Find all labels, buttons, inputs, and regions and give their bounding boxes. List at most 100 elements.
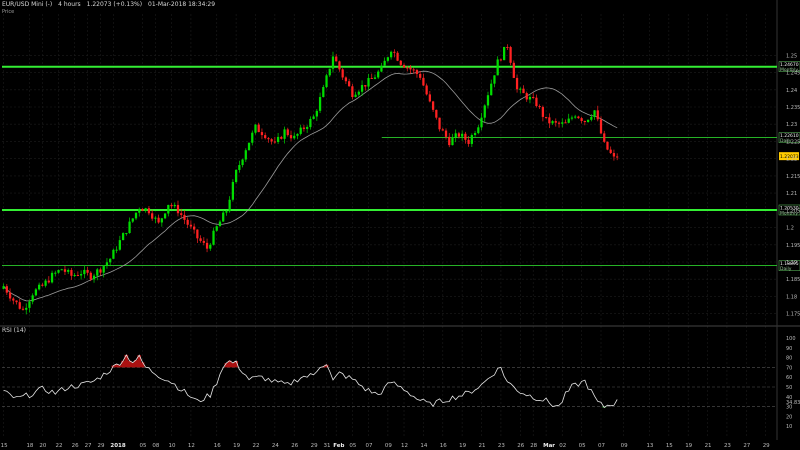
candle-body bbox=[299, 127, 302, 134]
time-tick: 29 bbox=[763, 443, 770, 449]
candle-body bbox=[348, 81, 351, 87]
time-tick: 22 bbox=[252, 443, 259, 449]
candle-body bbox=[532, 97, 535, 99]
candle-body bbox=[470, 135, 473, 144]
candle-body bbox=[538, 106, 541, 108]
candle-body bbox=[57, 270, 60, 273]
candle-body bbox=[215, 226, 218, 231]
price-tick: 1.23 bbox=[786, 122, 797, 128]
price-tick: 1.24 bbox=[786, 88, 797, 94]
candle-body bbox=[115, 249, 118, 251]
candle-body bbox=[254, 124, 257, 133]
candle-body bbox=[609, 149, 612, 154]
candle-body bbox=[431, 101, 435, 110]
time-tick: 31 bbox=[324, 443, 331, 449]
candle-body bbox=[535, 97, 538, 107]
candle-body bbox=[386, 57, 390, 61]
candle-body bbox=[499, 59, 503, 61]
candle-body bbox=[425, 85, 428, 95]
candle-body bbox=[73, 275, 76, 277]
time-tick: 26 bbox=[291, 443, 298, 449]
candle-body bbox=[448, 136, 451, 146]
candle-body bbox=[370, 77, 373, 79]
candle-body bbox=[141, 208, 144, 211]
candle-body bbox=[131, 218, 134, 222]
candle-body bbox=[63, 269, 67, 272]
candle-body bbox=[541, 107, 545, 117]
candle-body bbox=[18, 302, 21, 309]
candle-body bbox=[47, 280, 50, 283]
candle-body bbox=[457, 133, 461, 137]
candle-body bbox=[493, 75, 496, 84]
candle-body bbox=[325, 75, 328, 88]
candle-body bbox=[389, 51, 393, 58]
candle-body bbox=[393, 51, 396, 53]
candle-body bbox=[296, 133, 299, 136]
candle-body bbox=[396, 52, 399, 61]
candle-body bbox=[54, 272, 57, 274]
candle-body bbox=[373, 77, 377, 79]
candle-body bbox=[596, 110, 599, 120]
candle-body bbox=[244, 150, 247, 160]
price-tick: 1.195 bbox=[786, 243, 800, 249]
candle-body bbox=[302, 127, 306, 129]
candle-body bbox=[603, 133, 606, 142]
time-tick: 16 bbox=[214, 443, 221, 449]
candle-body bbox=[186, 219, 189, 225]
candle-body bbox=[519, 88, 522, 90]
candle-body bbox=[616, 156, 619, 158]
time-tick: 23 bbox=[498, 443, 505, 449]
candle-body bbox=[225, 211, 228, 213]
price-axis: 1.251.2451.241.2351.231.2251.221.2151.21… bbox=[786, 53, 800, 317]
rsi-tick: 80 bbox=[786, 356, 792, 362]
candle-body bbox=[583, 121, 586, 123]
candle-body bbox=[60, 269, 63, 271]
candle-body bbox=[67, 270, 70, 272]
time-tick: 18 bbox=[26, 443, 33, 449]
candle-body bbox=[176, 204, 180, 214]
candle-body bbox=[570, 117, 574, 119]
time-tick: 19 bbox=[459, 443, 466, 449]
candle-body bbox=[419, 73, 422, 78]
candle-body bbox=[486, 95, 490, 106]
candle-body bbox=[260, 132, 264, 136]
candle-body bbox=[567, 118, 570, 123]
candlesticks bbox=[2, 44, 619, 315]
candle-body bbox=[438, 117, 441, 130]
candle-body bbox=[193, 226, 196, 230]
candle-body bbox=[406, 67, 409, 69]
candle-body bbox=[128, 221, 131, 234]
candle-body bbox=[173, 204, 176, 207]
candle-body bbox=[590, 116, 593, 120]
candle-body bbox=[157, 217, 160, 223]
candle-body bbox=[28, 301, 31, 308]
candle-body bbox=[341, 69, 344, 78]
candle-body bbox=[25, 307, 28, 310]
candle-body bbox=[276, 136, 280, 142]
candle-body bbox=[160, 218, 163, 223]
rsi-tick: 100 bbox=[786, 336, 796, 342]
candle-body bbox=[273, 141, 276, 143]
time-tick: 28 bbox=[530, 443, 537, 449]
candle-body bbox=[574, 116, 577, 118]
candle-body bbox=[525, 93, 528, 100]
candle-body bbox=[580, 118, 583, 122]
candle-body bbox=[147, 208, 151, 214]
price-chart[interactable]: 1.24670Monthly1.20530Monthly1.18895Daily… bbox=[0, 0, 800, 450]
candle-body bbox=[138, 208, 141, 213]
candle-body bbox=[399, 60, 402, 65]
candle-body bbox=[551, 121, 554, 124]
time-tick: Mar bbox=[543, 443, 555, 449]
candle-body bbox=[612, 153, 616, 157]
time-tick: 24 bbox=[272, 443, 279, 449]
candle-body bbox=[15, 300, 18, 303]
candle-body bbox=[544, 116, 548, 118]
time-tick: 19 bbox=[685, 443, 692, 449]
candle-body bbox=[41, 284, 44, 286]
candle-body bbox=[144, 208, 147, 211]
candle-body bbox=[125, 233, 128, 235]
candle-body bbox=[599, 119, 603, 134]
candle-body bbox=[606, 141, 609, 150]
candle-body bbox=[409, 67, 412, 70]
candle-body bbox=[209, 244, 212, 249]
